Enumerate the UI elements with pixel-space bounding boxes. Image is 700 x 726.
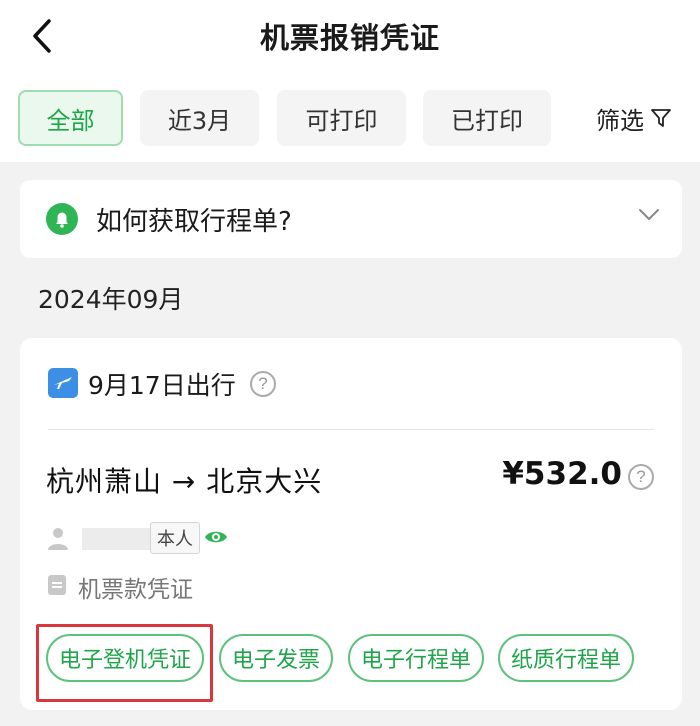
question-icon[interactable]: ? <box>250 371 276 397</box>
filter-bar: 全部 近3月 可打印 已打印 筛选 <box>0 72 700 162</box>
plane-icon <box>48 368 78 398</box>
tab-printable[interactable]: 可打印 <box>277 90 406 146</box>
tab-all[interactable]: 全部 <box>18 90 123 146</box>
flight-route: 杭州萧山 → 北京大兴 <box>46 465 323 498</box>
eye-icon[interactable] <box>204 527 228 547</box>
notice-text: 如何获取行程单? <box>96 206 292 237</box>
page-title: 机票报销凭证 <box>259 21 440 55</box>
filter-button[interactable]: 筛选 <box>596 90 700 146</box>
trip-date: 9月17日出行 <box>88 371 236 400</box>
ticket-price: ¥532.0 <box>502 456 622 492</box>
price-help-icon[interactable]: ? <box>628 464 654 490</box>
paper-itinerary-button[interactable]: 纸质行程单 <box>498 634 634 682</box>
tab-last-3-months[interactable]: 近3月 <box>140 90 259 146</box>
e-itinerary-button[interactable]: 电子行程单 <box>348 634 484 682</box>
bell-icon <box>46 203 78 235</box>
tab-printed[interactable]: 已打印 <box>423 90 551 146</box>
filter-label: 筛选 <box>596 106 644 135</box>
divider <box>48 429 654 430</box>
person-icon <box>48 528 68 550</box>
e-boarding-pass-button[interactable]: 电子登机凭证 <box>46 634 204 682</box>
trip-card: 9月17日出行 ? 杭州萧山 → 北京大兴 ¥532.0 ? 本人 机票款凭证 … <box>20 338 682 710</box>
month-heading: 2024年09月 <box>38 285 184 314</box>
document-icon <box>48 575 66 595</box>
chevron-left-icon <box>33 19 51 53</box>
itinerary-help-row[interactable]: 如何获取行程单? <box>20 180 682 258</box>
funnel-icon <box>651 109 671 127</box>
back-button[interactable] <box>22 14 62 58</box>
self-badge: 本人 <box>150 522 200 554</box>
chevron-down-icon <box>639 209 659 220</box>
voucher-type-label: 机票款凭证 <box>78 577 193 603</box>
e-invoice-button[interactable]: 电子发票 <box>219 634 333 682</box>
top-bar: 机票报销凭证 <box>0 0 700 72</box>
